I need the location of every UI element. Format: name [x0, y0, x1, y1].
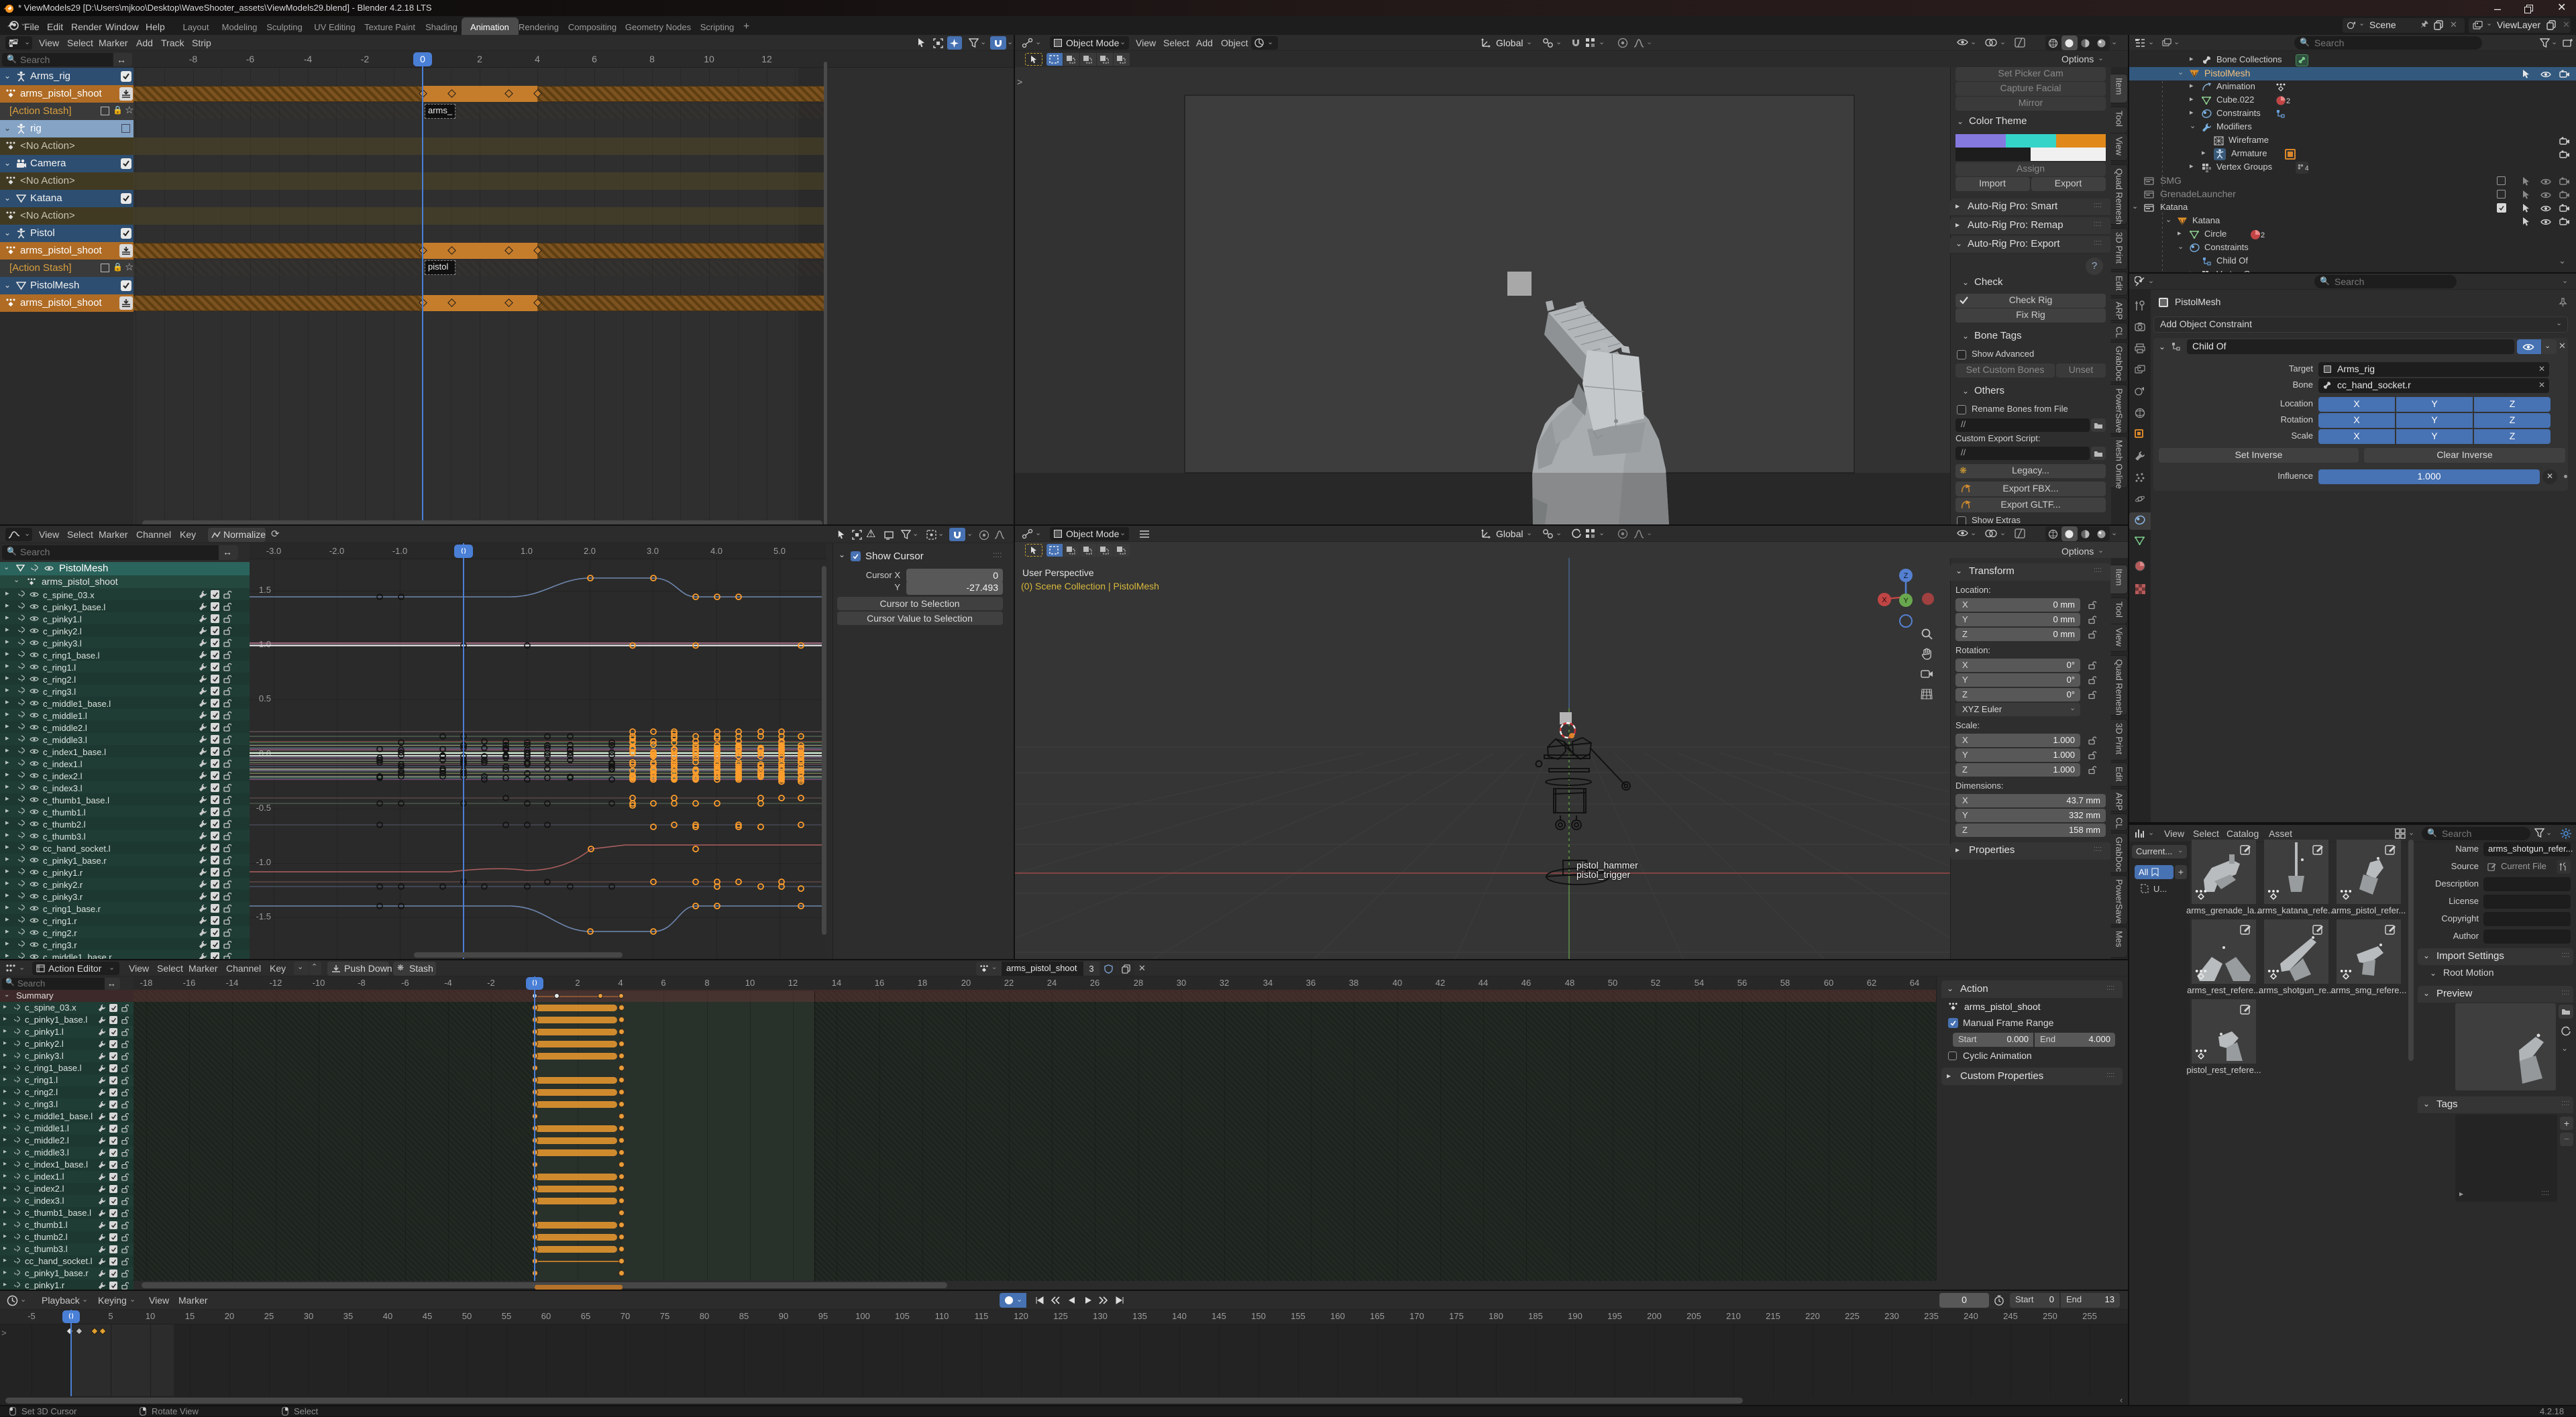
- svg-text:Z: Z: [1904, 572, 1909, 580]
